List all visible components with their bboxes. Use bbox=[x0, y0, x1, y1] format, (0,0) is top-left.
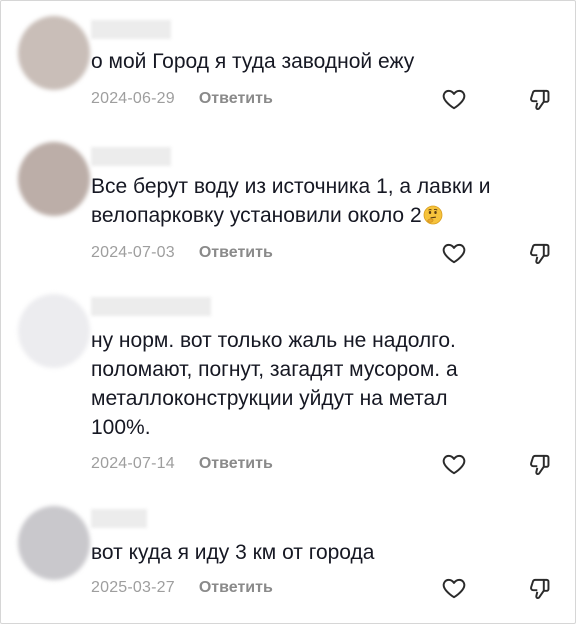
comment-meta: 2024-07-03 Ответить bbox=[91, 241, 561, 265]
heart-outline-icon[interactable] bbox=[441, 575, 467, 601]
comment-date: 2024-07-14 bbox=[91, 455, 175, 472]
username-blurred[interactable] bbox=[91, 297, 211, 316]
avatar[interactable] bbox=[18, 294, 90, 368]
comment-date: 2025-03-27 bbox=[91, 579, 175, 596]
heart-outline-icon[interactable] bbox=[441, 451, 467, 477]
comment-text: ну норм. вот только жаль не надолго. пол… bbox=[91, 329, 458, 439]
comment-meta: 2024-07-14 Ответить bbox=[91, 452, 561, 476]
comment-date: 2024-07-03 bbox=[91, 244, 175, 261]
comment-date: 2024-06-29 bbox=[91, 90, 175, 107]
username-blurred[interactable] bbox=[91, 509, 147, 528]
reply-button[interactable]: Ответить bbox=[199, 455, 273, 473]
comment-meta: 2025-03-27 Ответить bbox=[91, 576, 561, 600]
heart-outline-icon[interactable] bbox=[441, 240, 467, 266]
comment-text: о мой Город я туда заводной ежу bbox=[91, 50, 415, 73]
avatar[interactable] bbox=[18, 16, 90, 90]
thumbs-down-outline-icon[interactable] bbox=[527, 86, 553, 112]
comment-meta: 2024-06-29 Ответить bbox=[91, 87, 561, 111]
reply-button[interactable]: Ответить bbox=[199, 244, 273, 262]
comment-text: Все берут воду из источника 1, а лавки и… bbox=[91, 175, 491, 227]
avatar[interactable] bbox=[18, 506, 90, 580]
thumbs-down-outline-icon[interactable] bbox=[527, 451, 553, 477]
username-blurred[interactable] bbox=[91, 20, 171, 39]
reply-button[interactable]: Ответить bbox=[199, 90, 273, 108]
avatar[interactable] bbox=[18, 142, 90, 216]
reply-button[interactable]: Ответить bbox=[199, 579, 273, 597]
comment-text: вот куда я иду 3 км от города bbox=[91, 541, 375, 564]
username-blurred[interactable] bbox=[91, 147, 171, 166]
thinking-face-icon bbox=[423, 205, 443, 225]
heart-outline-icon[interactable] bbox=[441, 86, 467, 112]
thumbs-down-outline-icon[interactable] bbox=[527, 240, 553, 266]
thumbs-down-outline-icon[interactable] bbox=[527, 575, 553, 601]
